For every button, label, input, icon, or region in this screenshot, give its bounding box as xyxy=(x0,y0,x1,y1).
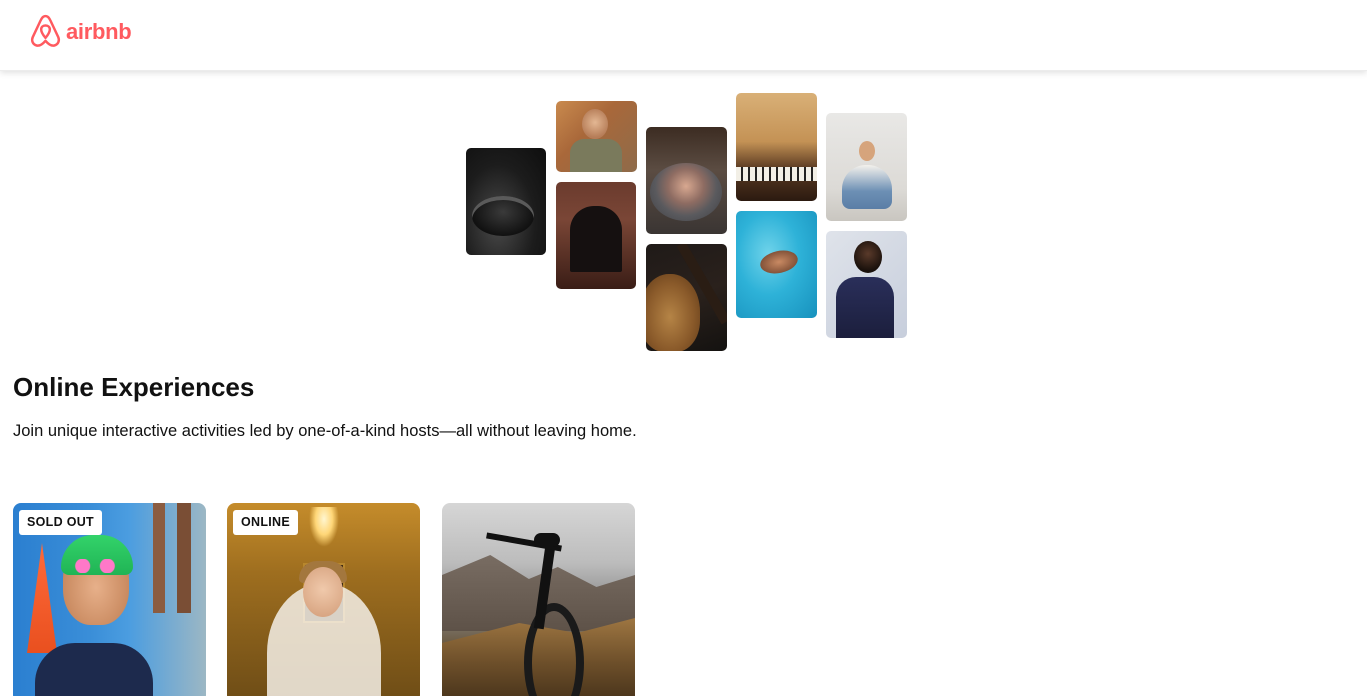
status-badge: ONLINE xyxy=(233,510,299,535)
singer-microphone-photo xyxy=(826,231,907,338)
page-title: Online Experiences xyxy=(13,372,255,402)
swimmer-pool-photo xyxy=(736,211,817,318)
experience-card-bike[interactable] xyxy=(442,503,635,696)
guitar-player-photo xyxy=(646,244,727,351)
experience-card-swimmer[interactable]: SOLD OUT xyxy=(13,503,206,696)
woman-portrait-photo xyxy=(556,101,637,172)
food-bowl-photo xyxy=(646,127,727,234)
page-subtitle: Join unique interactive activities led b… xyxy=(13,422,637,440)
airbnb-logo[interactable]: airbnb xyxy=(29,14,132,49)
status-badge: SOLD OUT xyxy=(19,510,102,535)
dancer-doorway-photo xyxy=(556,182,636,289)
keyboard-microphone-photo xyxy=(736,93,817,201)
airbnb-logo-icon xyxy=(30,14,61,47)
site-header: airbnb xyxy=(0,0,1367,71)
brand-name: airbnb xyxy=(66,18,132,44)
experience-card-bride[interactable]: ONLINE xyxy=(227,503,420,696)
cooking-pan-photo xyxy=(466,148,546,255)
yoga-meditation-photo xyxy=(826,113,907,221)
